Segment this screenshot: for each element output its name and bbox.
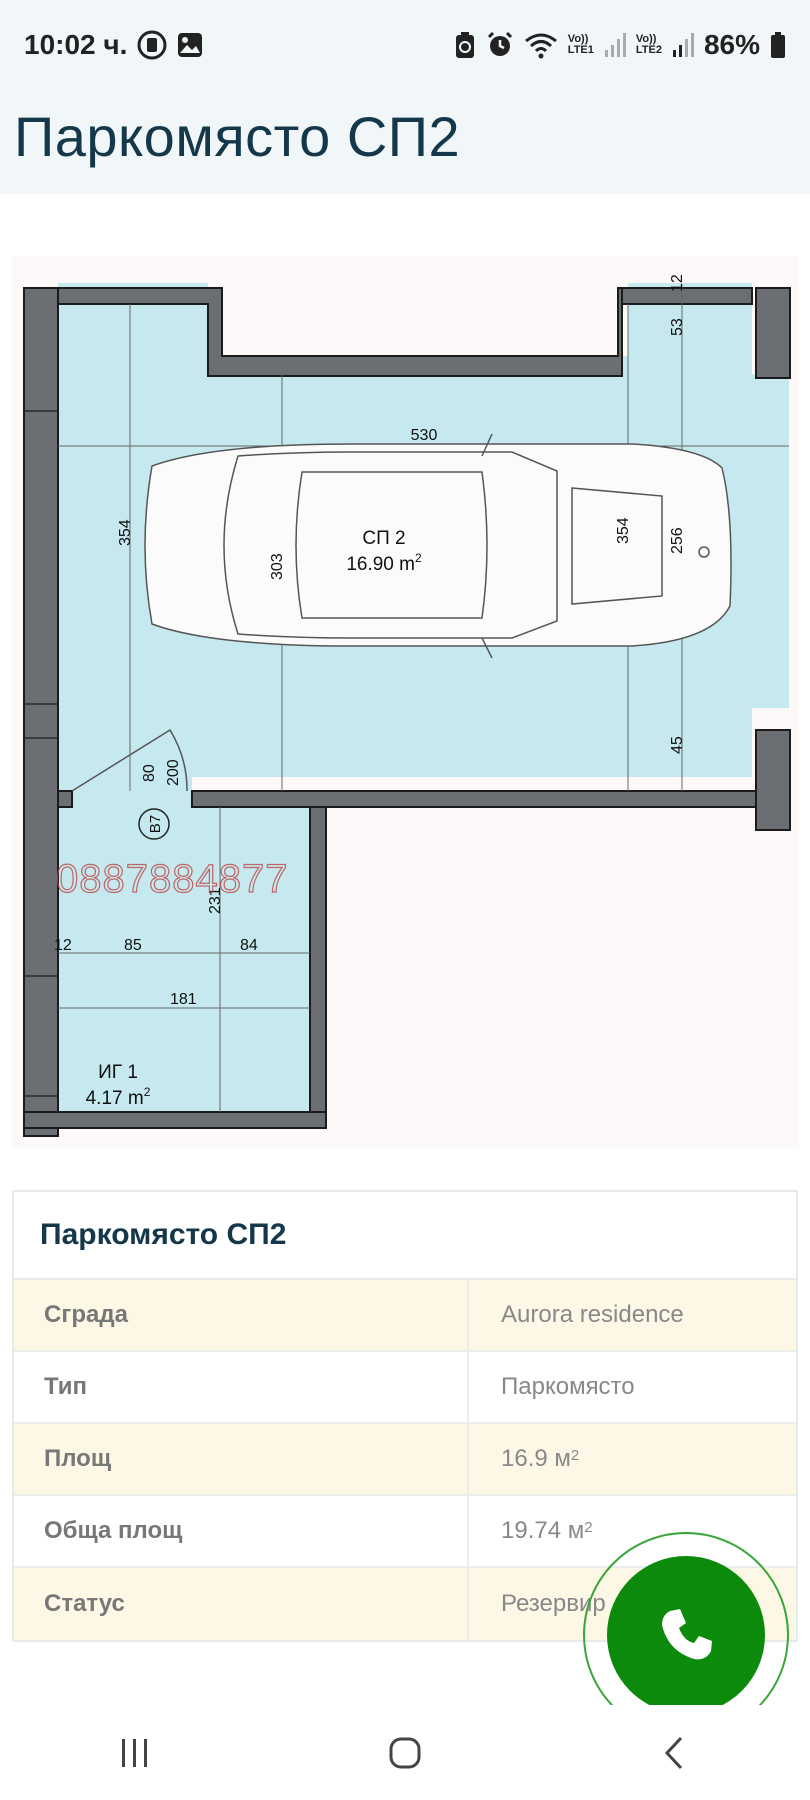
status-time: 10:02 ч. [24, 29, 128, 60]
dim-door-200: 200 [165, 759, 182, 786]
storage-floor [58, 797, 314, 1112]
detail-row-building: Сграда Aurora residence [14, 1280, 796, 1352]
page-title: Паркомясто СП2 [14, 105, 461, 168]
dim-car-303: 303 [269, 553, 286, 580]
dim-storage-85: 85 [124, 937, 142, 954]
storage-area: 4.17 m [86, 1088, 144, 1109]
phone-watermark: 0887884877 [56, 857, 288, 901]
sim1-lte-label: LTE1 [567, 44, 594, 56]
wifi-icon [524, 31, 558, 59]
wall-storage-bottom [23, 1111, 327, 1129]
call-button[interactable] [583, 1532, 789, 1705]
floorplan-image[interactable]: СП 2 16.90 m2 ИГ 1 4.17 m2 B7 12 53 530 … [12, 256, 799, 1148]
door-code: B7 [147, 815, 164, 833]
dim-car-256: 256 [669, 527, 686, 554]
row-label: Тип [14, 1352, 469, 1422]
battery-percent: 86% [703, 29, 760, 60]
wall-right-bottom [755, 729, 791, 831]
dim-top-53: 53 [669, 318, 686, 336]
svg-text:4.17 m2: 4.17 m2 [86, 1085, 151, 1109]
dim-left-354: 354 [117, 519, 134, 546]
dim-storage-181: 181 [170, 991, 197, 1008]
signal-sim1-icon [604, 32, 626, 58]
dim-storage-12: 12 [54, 937, 72, 954]
space-name: СП 2 [362, 528, 405, 549]
storage-name: ИГ 1 [98, 1062, 138, 1083]
detail-row-type: Тип Паркомясто [14, 1352, 796, 1424]
wall-top-right [621, 287, 753, 305]
dim-door-80: 80 [141, 764, 158, 782]
row-value: 16.9 м [501, 1445, 571, 1472]
row-value-sup: 2 [570, 1446, 580, 1464]
wall-door-stub [57, 790, 73, 808]
row-label: Сграда [14, 1280, 469, 1350]
row-label: Площ [14, 1424, 469, 1494]
space-area: 16.90 m [346, 554, 415, 575]
dim-top-12: 12 [669, 274, 686, 292]
navigation-bar [0, 1705, 810, 1800]
space-area-sup: 2 [415, 551, 422, 565]
alarm-icon [486, 31, 514, 59]
home-icon [389, 1737, 421, 1768]
dim-bottom-45: 45 [669, 736, 686, 754]
dim-width-530: 530 [411, 427, 438, 444]
svg-text:16.90 m2: 16.90 m2 [346, 551, 422, 575]
dim-right-354: 354 [615, 517, 632, 544]
car-outline [144, 433, 732, 659]
wall-left [23, 287, 59, 1137]
signal-sim2-icon [672, 32, 694, 58]
home-button[interactable] [355, 1723, 455, 1783]
back-button[interactable] [625, 1723, 725, 1783]
battery-saver-icon [454, 31, 476, 59]
dim-storage-84: 84 [240, 937, 258, 954]
detail-row-area: Площ 16.9 м2 [14, 1424, 796, 1496]
screen-record-icon [137, 30, 167, 60]
wall-right-top [755, 287, 791, 379]
wall-storage-right [309, 806, 327, 1128]
app-header: Паркомясто СП2 [0, 66, 810, 194]
gallery-icon [177, 32, 203, 58]
row-value: Паркомясто [501, 1373, 635, 1400]
row-value: Aurora residence [501, 1301, 684, 1328]
recent-apps-button[interactable] [85, 1723, 185, 1783]
back-icon [664, 1736, 683, 1769]
storage-area-sup: 2 [144, 1085, 151, 1099]
recent-apps-icon [122, 1738, 147, 1767]
wall-middle [191, 790, 757, 808]
card-title: Паркомясто СП2 [14, 1192, 796, 1280]
battery-icon [770, 31, 786, 59]
sim2-lte-label: LTE2 [635, 44, 662, 56]
phone-icon [662, 1609, 712, 1660]
